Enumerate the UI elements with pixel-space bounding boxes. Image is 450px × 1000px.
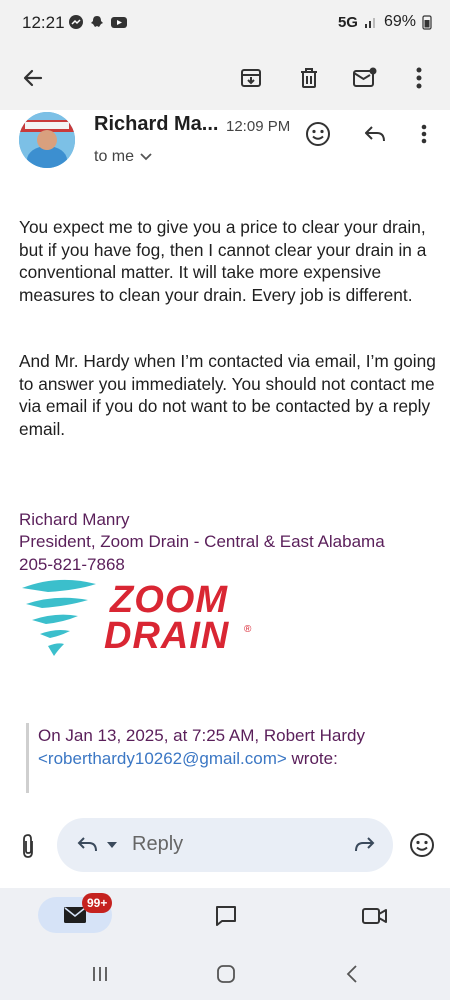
archive-button[interactable] (230, 56, 272, 100)
mark-unread-icon (353, 67, 377, 87)
paperclip-icon (23, 834, 33, 858)
quote-suffix: wrote: (286, 749, 338, 768)
sender-avatar[interactable] (19, 112, 75, 168)
archive-icon (241, 69, 261, 87)
system-back-button[interactable] (336, 958, 368, 990)
logo-word-drain: DRAIN (104, 615, 230, 657)
recent-apps-button[interactable] (84, 958, 116, 990)
reply-placeholder: Reply (132, 833, 184, 855)
battery-label: 69% (383, 13, 416, 30)
delete-button[interactable] (288, 56, 330, 100)
youtube-icon (111, 17, 127, 28)
home-icon (217, 965, 235, 983)
sender-name[interactable]: Richard Ma... (94, 113, 218, 136)
home-button[interactable] (210, 958, 242, 990)
email-paragraph-1: You expect me to give you a price to cle… (19, 217, 427, 305)
logo-word-zoom: ZOOM (110, 579, 228, 621)
reply-button[interactable] (357, 116, 393, 152)
back-button[interactable] (12, 56, 54, 100)
signature-name: Richard Manry (19, 510, 130, 529)
registered-mark: ® (244, 624, 252, 635)
company-logo: ZOOM DRAIN ® (18, 574, 258, 664)
reply-icon (77, 837, 97, 852)
notification-icons (68, 14, 128, 30)
status-time: 12:21 (22, 13, 65, 32)
quoted-header: On Jan 13, 2025, at 7:25 AM, Robert Hard… (38, 724, 365, 770)
emoji-button[interactable] (404, 826, 440, 864)
forward-button[interactable] (346, 830, 382, 860)
back-chevron-icon (346, 965, 357, 983)
emoji-react-button[interactable] (300, 116, 336, 152)
recipient-toggle[interactable]: to me (94, 148, 152, 166)
mark-unread-button[interactable] (344, 56, 386, 100)
nav-meet[interactable] (354, 900, 396, 932)
status-right: 5G 69% (338, 13, 432, 31)
reply-mode-button[interactable] (70, 830, 124, 860)
recipient-label: to me (94, 148, 135, 165)
more-options-button[interactable] (398, 56, 440, 100)
mail-badge: 99+ (82, 893, 113, 913)
status-bar: 12:21 5G 69% (0, 0, 450, 48)
quote-intro: On Jan 13, 2025, at 7:25 AM, Robert Hard… (38, 726, 365, 745)
chevron-down-icon (140, 153, 152, 161)
nav-chat[interactable] (206, 900, 246, 932)
avatar-photo (19, 112, 75, 168)
app-bar (0, 48, 450, 110)
recents-icon (93, 967, 107, 981)
quote-bar (26, 723, 29, 793)
network-label: 5G (337, 13, 358, 31)
tornado-icon (22, 579, 96, 656)
signal-icon (364, 18, 375, 28)
messenger-icon (69, 15, 83, 29)
battery-icon (422, 15, 432, 30)
chat-icon (216, 906, 236, 926)
snapchat-icon (91, 16, 103, 27)
emoji-icon (306, 122, 330, 146)
email-time: 12:09 PM (226, 118, 291, 135)
forward-icon (355, 837, 375, 852)
more-vert-icon (416, 67, 422, 89)
email-paragraph-2: And Mr. Hardy when I’m contacted via ema… (19, 351, 436, 439)
arrow-left-icon (23, 69, 43, 87)
more-vert-icon (421, 124, 427, 144)
trash-icon (301, 68, 317, 88)
attach-button[interactable] (10, 826, 46, 866)
video-icon (362, 908, 387, 924)
emoji-icon (410, 833, 434, 857)
quote-line-2: <roberthardy10262@gmail.com> wrote: (38, 747, 365, 770)
signature-title: President, Zoom Drain - Central & East A… (19, 532, 385, 551)
caret-down-icon (107, 842, 117, 848)
reply-icon (365, 126, 385, 142)
quote-email-link[interactable]: <roberthardy10262@gmail.com> (38, 749, 287, 768)
email-more-button[interactable] (410, 116, 438, 152)
